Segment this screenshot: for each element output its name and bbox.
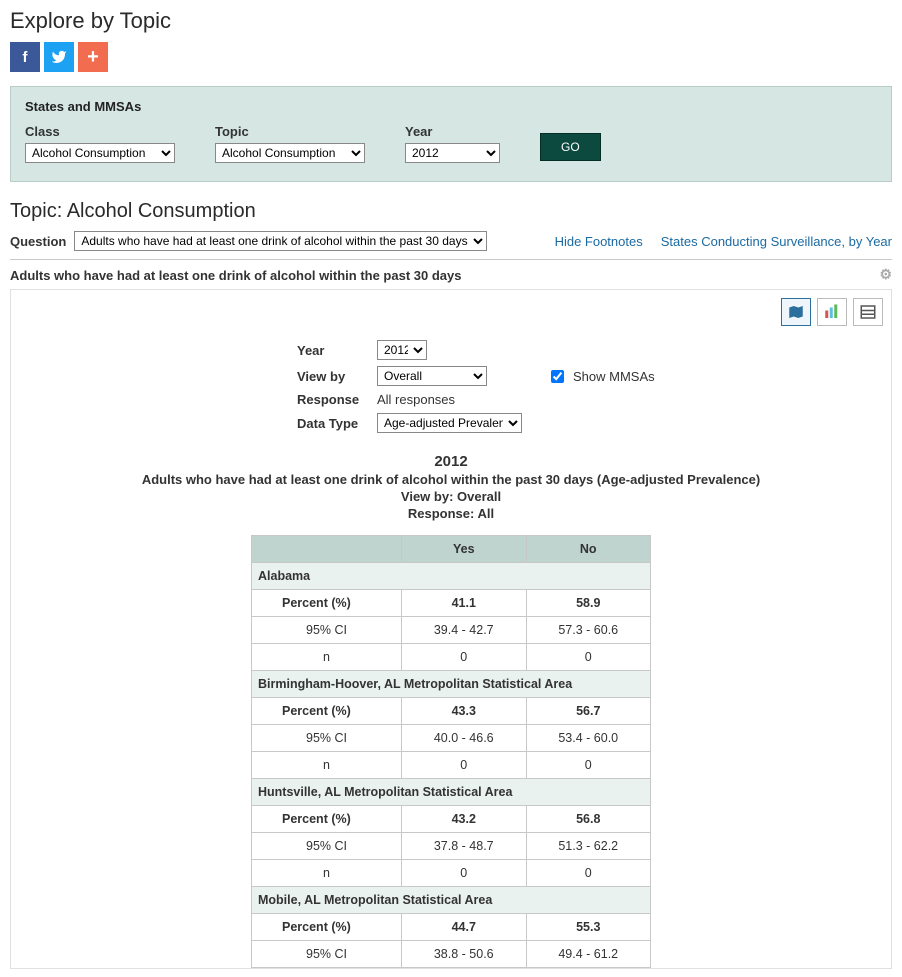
topic-prefix: Topic: — [10, 200, 67, 222]
metric-ci: 95% CI — [252, 833, 402, 860]
metric-pct: Percent (%) — [252, 698, 402, 725]
hide-footnotes-link[interactable]: Hide Footnotes — [555, 234, 643, 249]
class-select[interactable]: Alcohol Consumption — [25, 143, 175, 163]
ctrl-year-label: Year — [297, 343, 377, 358]
map-view-icon[interactable] — [781, 298, 811, 326]
cell-no: 51.3 - 62.2 — [526, 833, 651, 860]
twitter-icon[interactable] — [44, 42, 74, 72]
table-zone: 2012 Adults who have had at least one dr… — [19, 453, 883, 968]
ctrl-datatype-select[interactable]: Age-adjusted Prevalence — [377, 413, 522, 433]
topic-heading: Topic: Alcohol Consumption — [10, 200, 892, 223]
metric-pct: Percent (%) — [252, 914, 402, 941]
filter-panel: States and MMSAs Class Alcohol Consumpti… — [10, 86, 892, 182]
cell-no: 0 — [526, 752, 651, 779]
page-title: Explore by Topic — [10, 8, 892, 34]
table-response: Response: All — [19, 506, 883, 521]
year-select[interactable]: 2012 — [405, 143, 500, 163]
metric-ci: 95% CI — [252, 941, 402, 968]
share-row: f + — [10, 42, 892, 72]
cell-no: 53.4 - 60.0 — [526, 725, 651, 752]
cell-yes: 44.7 — [402, 914, 527, 941]
cell-no: 0 — [526, 860, 651, 887]
metric-ci: 95% CI — [252, 617, 402, 644]
go-button[interactable]: GO — [540, 133, 601, 161]
cell-no: 0 — [526, 644, 651, 671]
result-controls: Year 2012 View by Overall Show MMSAs Res… — [297, 340, 883, 433]
ctrl-response-value: All responses — [377, 392, 455, 407]
year-label: Year — [405, 124, 500, 139]
table-year: 2012 — [19, 453, 883, 470]
gear-icon[interactable]: ⚙ — [879, 266, 892, 283]
topic-name: Alcohol Consumption — [67, 200, 256, 222]
states-surveillance-link[interactable]: States Conducting Surveillance, by Year — [661, 234, 892, 249]
view-toggle — [19, 298, 883, 326]
metric-n: n — [252, 644, 402, 671]
cell-no: 57.3 - 60.6 — [526, 617, 651, 644]
cell-yes: 0 — [402, 752, 527, 779]
cell-yes: 43.2 — [402, 806, 527, 833]
class-label: Class — [25, 124, 175, 139]
panel-title: States and MMSAs — [25, 99, 877, 114]
group-name: Mobile, AL Metropolitan Statistical Area — [252, 887, 651, 914]
question-select[interactable]: Adults who have had at least one drink o… — [74, 231, 487, 251]
cell-yes: 0 — [402, 644, 527, 671]
cell-no: 56.7 — [526, 698, 651, 725]
facebook-icon[interactable]: f — [10, 42, 40, 72]
result-body: Year 2012 View by Overall Show MMSAs Res… — [10, 289, 892, 969]
cell-no: 55.3 — [526, 914, 651, 941]
col-blank — [252, 536, 402, 563]
question-row: Question Adults who have had at least on… — [10, 231, 892, 260]
metric-pct: Percent (%) — [252, 806, 402, 833]
cell-yes: 0 — [402, 860, 527, 887]
cell-yes: 43.3 — [402, 698, 527, 725]
cell-no: 56.8 — [526, 806, 651, 833]
cell-yes: 39.4 - 42.7 — [402, 617, 527, 644]
table-view-icon[interactable] — [853, 298, 883, 326]
topic-label: Topic — [215, 124, 365, 139]
col-no: No — [526, 536, 651, 563]
metric-n: n — [252, 860, 402, 887]
ctrl-datatype-label: Data Type — [297, 416, 377, 431]
ctrl-year-select[interactable]: 2012 — [377, 340, 427, 360]
ctrl-viewby-select[interactable]: Overall — [377, 366, 487, 386]
cell-yes: 41.1 — [402, 590, 527, 617]
metric-n: n — [252, 752, 402, 779]
show-mmsas-checkbox[interactable] — [551, 370, 564, 383]
cell-yes: 38.8 - 50.6 — [402, 941, 527, 968]
ctrl-response-label: Response — [297, 392, 377, 407]
question-label: Question — [10, 234, 66, 249]
cell-no: 58.9 — [526, 590, 651, 617]
col-yes: Yes — [402, 536, 527, 563]
ctrl-viewby-label: View by — [297, 369, 377, 384]
result-title: Adults who have had at least one drink o… — [10, 260, 892, 289]
table-viewby: View by: Overall — [19, 489, 883, 504]
group-name: Huntsville, AL Metropolitan Statistical … — [252, 779, 651, 806]
group-name: Birmingham-Hoover, AL Metropolitan Stati… — [252, 671, 651, 698]
show-mmsas-label: Show MMSAs — [573, 369, 655, 384]
chart-view-icon[interactable] — [817, 298, 847, 326]
data-table: Yes No AlabamaPercent (%)41.158.995% CI3… — [251, 535, 651, 968]
cell-yes: 37.8 - 48.7 — [402, 833, 527, 860]
topic-select[interactable]: Alcohol Consumption — [215, 143, 365, 163]
group-name: Alabama — [252, 563, 651, 590]
cell-yes: 40.0 - 46.6 — [402, 725, 527, 752]
table-subtitle: Adults who have had at least one drink o… — [19, 472, 883, 487]
metric-pct: Percent (%) — [252, 590, 402, 617]
addthis-icon[interactable]: + — [78, 42, 108, 72]
metric-ci: 95% CI — [252, 725, 402, 752]
cell-no: 49.4 - 61.2 — [526, 941, 651, 968]
